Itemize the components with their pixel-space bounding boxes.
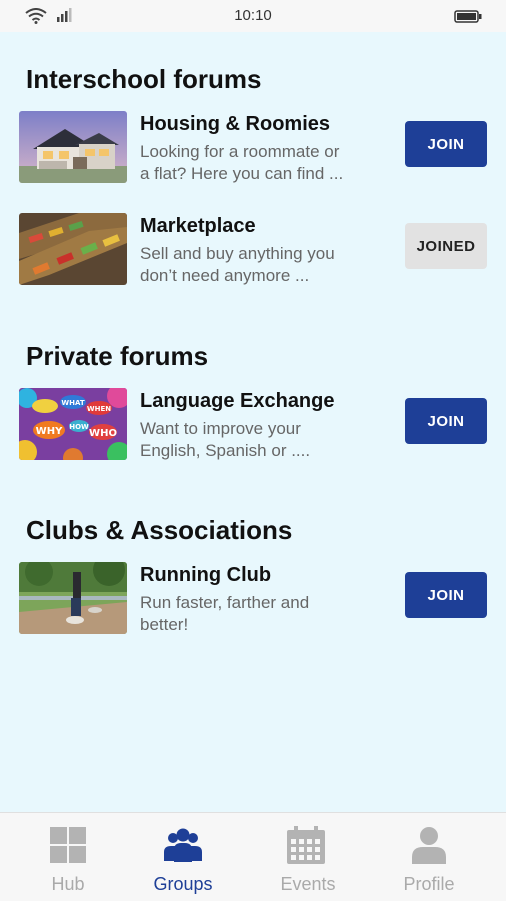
forum-item-running-club[interactable]: Running Club Run faster, farther and bet… [0,562,506,638]
forum-item-housing[interactable]: Housing & Roomies Looking for a roommate… [0,111,506,187]
forum-description: Looking for a roommate or a flat? Here y… [140,142,344,183]
status-time: 10:10 [234,7,272,24]
join-button[interactable]: JOIN [405,121,487,167]
forum-description: Sell and buy anything you don’t need any… [140,244,335,285]
battery-icon [454,10,482,23]
bubble-when: WHEN [87,405,111,413]
tab-profile[interactable]: Profile [366,813,492,901]
running-club-thumbnail [19,562,127,634]
bubble-who: WHO [89,428,117,439]
marketplace-thumbnail [19,213,127,285]
calendar-icon [287,826,325,864]
forum-description: Want to improve your English, Spanish or… [140,419,311,460]
language-exchange-thumbnail: WHY WHAT WHEN HOW WHO [19,388,127,460]
section-title-private: Private forums [26,341,209,371]
forum-title: Running Club [140,564,272,586]
forum-title: Language Exchange [140,390,335,412]
person-icon [412,827,446,864]
tab-label: Profile [403,874,455,894]
bubble-what: WHAT [61,399,84,407]
status-bar: 10:10 [0,0,506,32]
forum-description: Run faster, farther and better! [140,593,310,634]
forum-item-marketplace[interactable]: Marketplace Sell and buy anything you do… [0,213,506,289]
forum-title: Housing & Roomies [140,113,331,135]
bubble-why: WHY [36,426,63,437]
tab-label: Hub [51,874,85,894]
forum-title: Marketplace [140,215,256,237]
tab-hub[interactable]: Hub [5,813,131,901]
join-button[interactable]: JOIN [405,398,487,444]
grid-icon [50,827,86,863]
join-button[interactable]: JOIN [405,572,487,618]
tab-events[interactable]: Events [245,813,371,901]
tab-label: Events [280,874,336,894]
bottom-tab-bar: Hub Groups Events Profile [0,812,506,901]
section-title-interschool: Interschool forums [26,64,262,94]
forum-item-language-exchange[interactable]: WHY WHAT WHEN HOW WHO Language Exchange … [0,388,506,464]
joined-button[interactable]: JOINED [405,223,487,269]
section-title-clubs: Clubs & Associations [26,515,293,545]
tab-label: Groups [153,874,213,894]
main-content: Interschool forums Housing & Roomies Loo… [0,32,506,812]
bubble-how: HOW [69,423,89,431]
housing-thumbnail [19,111,127,183]
tab-groups[interactable]: Groups [120,813,246,901]
group-icon [164,828,202,862]
